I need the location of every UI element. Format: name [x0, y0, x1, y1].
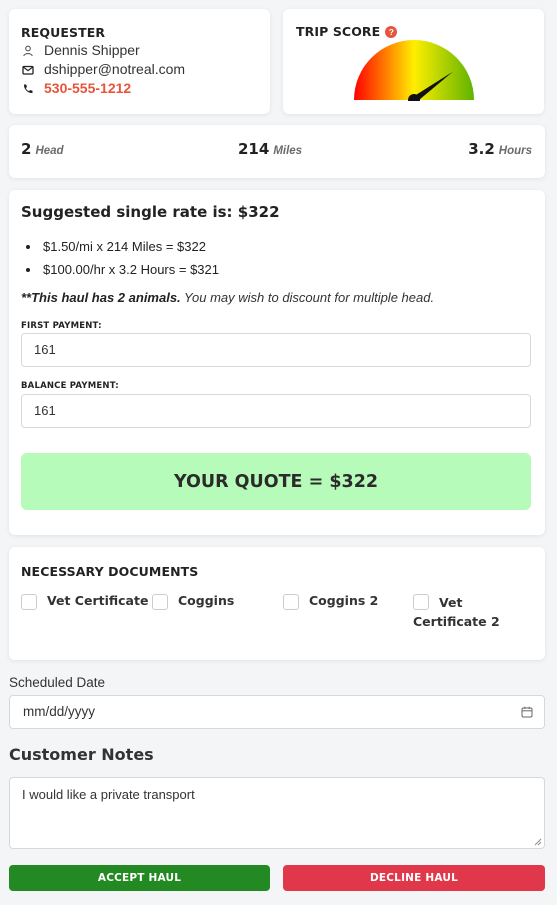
customer-notes-title: Customer Notes [9, 745, 154, 764]
rate-card: Suggested single rate is: $322 $1.50/mi … [9, 190, 545, 535]
trip-score-heading: TRIP SCORE [296, 24, 381, 39]
accept-haul-button[interactable]: ACCEPT HAUL [9, 865, 270, 891]
multi-head-note: **This haul has 2 animals. You may wish … [21, 290, 434, 305]
stat-head: 2 Head [21, 140, 64, 158]
requester-heading: REQUESTER [21, 25, 106, 40]
rate-breakdown-list: $1.50/mi x 214 Miles = $322 $100.00/hr x… [41, 235, 219, 281]
quote-total: YOUR QUOTE = $322 [21, 453, 531, 510]
doc-label: Vet Certificate [47, 593, 149, 608]
stat-head-value: 2 [21, 140, 32, 158]
phone-icon [23, 84, 33, 93]
multi-head-note-text: You may wish to discount for multiple he… [180, 290, 435, 305]
trip-score-header: TRIP SCORE ? [296, 24, 398, 39]
doc-vet-certificate-2[interactable]: Vet Certificate 2 [413, 593, 538, 631]
requester-email-row: dshipper@notreal.com [21, 60, 185, 79]
doc-label: Coggins [178, 593, 235, 608]
stat-head-unit: Head [35, 145, 64, 157]
first-payment-label: FIRST PAYMENT: [21, 321, 102, 331]
scheduled-date-label: Scheduled Date [9, 675, 106, 690]
doc-vet-certificate[interactable]: Vet Certificate [21, 593, 148, 610]
question-circle-icon[interactable]: ? [385, 25, 398, 38]
stat-hours: 3.2 Hours [468, 140, 532, 158]
scheduled-date-placeholder: mm/dd/yyyy [23, 704, 96, 719]
stat-hours-value: 3.2 [468, 140, 495, 158]
doc-coggins-2[interactable]: Coggins 2 [283, 593, 378, 610]
rate-breakdown-item: $1.50/mi x 214 Miles = $322 [41, 235, 219, 258]
user-icon [23, 45, 33, 56]
requester-phone-row: 530-555-1212 [21, 79, 131, 98]
customer-notes-text: I would like a private transport [22, 787, 195, 802]
envelope-icon [22, 65, 34, 75]
doc-checkbox[interactable] [21, 594, 37, 610]
balance-payment-input[interactable]: 161 [21, 394, 531, 428]
trip-score-gauge [354, 40, 474, 101]
first-payment-input[interactable]: 161 [21, 333, 531, 367]
stat-miles: 214 Miles [238, 140, 302, 158]
scheduled-date-input[interactable]: mm/dd/yyyy [9, 695, 545, 729]
calendar-icon[interactable] [521, 706, 533, 718]
stat-miles-unit: Miles [273, 145, 303, 157]
stat-miles-value: 214 [238, 140, 270, 158]
doc-checkbox[interactable] [283, 594, 299, 610]
balance-payment-label: BALANCE PAYMENT: [21, 381, 119, 391]
customer-notes-textarea[interactable]: I would like a private transport [9, 777, 545, 849]
multi-head-note-bold: **This haul has 2 animals. [21, 290, 181, 305]
requester-name: Dennis Shipper [44, 42, 140, 58]
requester-email[interactable]: dshipper@notreal.com [44, 60, 185, 79]
doc-label: Vet Certificate 2 [413, 595, 500, 629]
rate-breakdown-item: $100.00/hr x 3.2 Hours = $321 [41, 258, 219, 281]
trip-score-card: TRIP SCORE ? [283, 9, 544, 114]
documents-card: NECESSARY DOCUMENTS Vet Certificate Cogg… [9, 547, 545, 660]
gauge-arc [354, 40, 474, 100]
suggested-rate-title: Suggested single rate is: $322 [21, 203, 280, 221]
doc-coggins[interactable]: Coggins [152, 593, 234, 610]
documents-heading: NECESSARY DOCUMENTS [21, 564, 199, 579]
stats-card: 2 Head 214 Miles 3.2 Hours [9, 125, 545, 178]
doc-label: Coggins 2 [309, 593, 379, 608]
doc-checkbox[interactable] [152, 594, 168, 610]
requester-name-row: Dennis Shipper [21, 41, 140, 60]
resize-grip-icon[interactable] [534, 838, 542, 846]
requester-card: REQUESTER Dennis Shipper dshipper@notrea… [9, 9, 270, 114]
decline-haul-button[interactable]: DECLINE HAUL [283, 865, 545, 891]
requester-phone-link[interactable]: 530-555-1212 [44, 79, 131, 98]
stat-hours-unit: Hours [498, 145, 532, 157]
